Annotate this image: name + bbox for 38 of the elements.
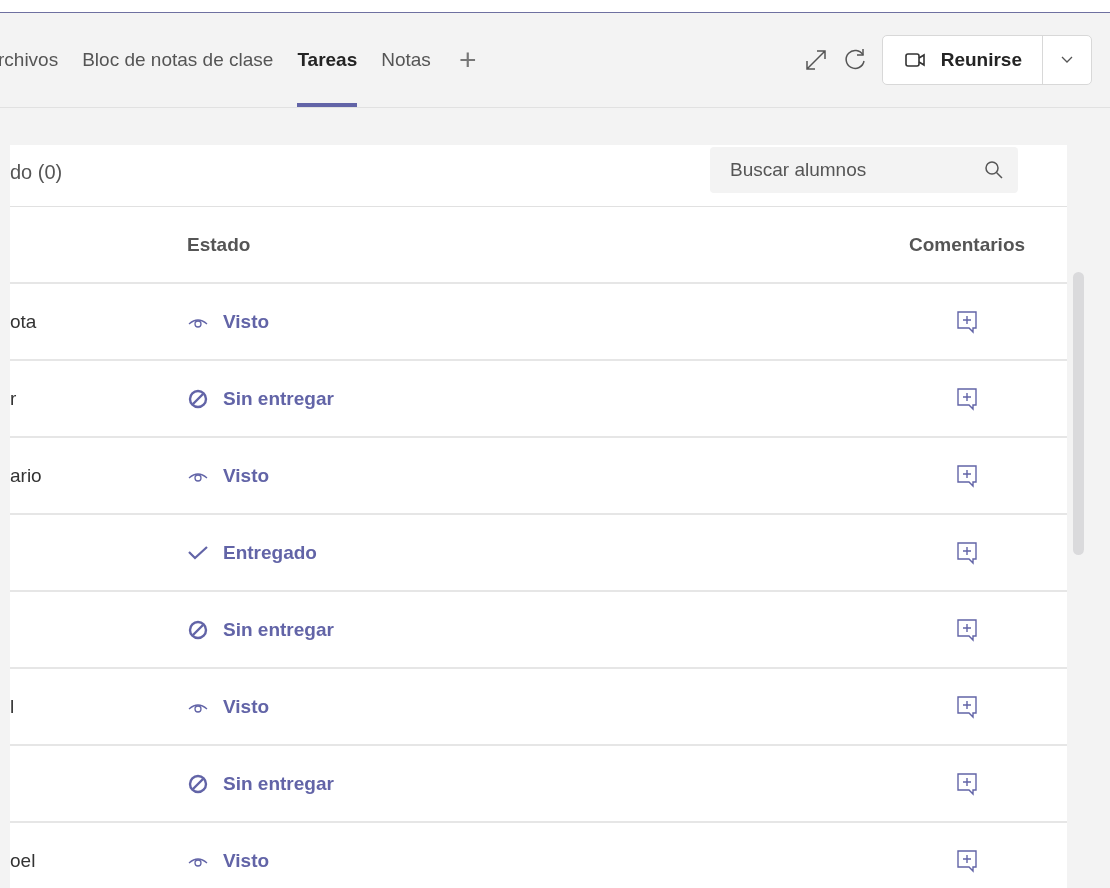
status-label: Visto <box>223 464 270 487</box>
add-comment-icon[interactable] <box>956 463 978 488</box>
column-header: Estado <box>187 233 252 256</box>
add-comment-icon[interactable] <box>956 540 978 565</box>
scrollbar[interactable] <box>1073 272 1084 555</box>
status-label: Visto <box>223 695 270 718</box>
expand-icon[interactable] <box>803 48 828 72</box>
blocked-icon <box>187 388 209 409</box>
column-header: Comentarios <box>907 233 1027 256</box>
add-comment-icon[interactable] <box>956 848 978 873</box>
check-icon <box>187 545 209 560</box>
status-label: Sin entregar <box>223 387 334 410</box>
status-label: Sin entregar <box>223 772 334 795</box>
search-icon[interactable] <box>984 160 1004 180</box>
add-comment-icon[interactable] <box>956 694 978 719</box>
status-label: Sin entregar <box>223 618 334 641</box>
tab[interactable]: Bloc de notas de clase <box>82 13 274 107</box>
tab[interactable]: rchivos <box>0 13 59 107</box>
add-tab-button[interactable]: + <box>454 13 481 107</box>
add-comment-icon[interactable] <box>956 617 978 642</box>
student-name: r <box>10 387 17 409</box>
student-name: ota <box>10 310 37 332</box>
status-label: Entregado <box>223 541 317 564</box>
add-comment-icon[interactable] <box>956 771 978 796</box>
student-name: ario <box>10 464 42 486</box>
tab[interactable]: Tareas <box>297 13 358 107</box>
student-name: oel <box>10 849 36 871</box>
status-label: Visto <box>223 310 270 333</box>
search-field[interactable]: Buscar alumnos <box>710 147 1018 193</box>
student-name: l <box>10 695 15 717</box>
chevron-down-icon <box>1061 56 1073 64</box>
status-label: Visto <box>223 849 270 872</box>
filter-label[interactable]: do (0) <box>10 161 63 184</box>
add-comment-icon[interactable] <box>956 386 978 411</box>
blocked-icon <box>187 773 209 794</box>
blocked-icon <box>187 619 209 640</box>
add-comment-icon[interactable] <box>956 309 978 334</box>
tab[interactable]: Notas <box>381 13 431 107</box>
